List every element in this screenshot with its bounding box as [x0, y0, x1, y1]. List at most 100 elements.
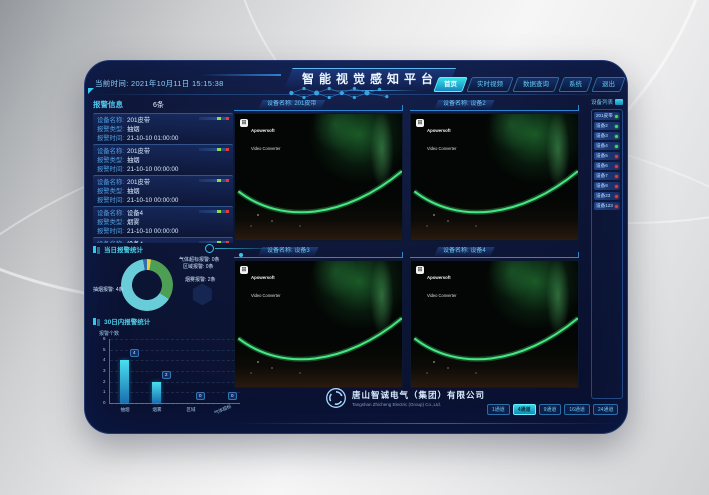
apowersoft-logo-icon: ⊞	[416, 119, 424, 127]
bar	[152, 382, 161, 403]
watermark: ⊞ ApowersoftVideo Converter	[416, 119, 457, 155]
watermark: ⊞ ApowersoftVideo Converter	[240, 266, 281, 302]
status-dot	[615, 155, 618, 158]
channel-button-16[interactable]: 16通道	[564, 404, 590, 415]
status-dot	[615, 205, 618, 208]
channel-button-9[interactable]: 9通道	[539, 404, 562, 415]
status-dot	[615, 145, 618, 148]
channel-button-4[interactable]: 4通道	[513, 404, 536, 415]
video-panel-header: 设备名称: 设备3	[234, 246, 403, 258]
current-time: 当前时间: 2021年10月11日 15:15:38	[95, 78, 224, 89]
channel-button-1[interactable]: 1通道	[487, 404, 510, 415]
watermark: ⊞ ApowersoftVideo Converter	[416, 266, 457, 302]
daily-stats-title: 当日报警统计	[93, 243, 233, 255]
company-name-cn: 唐山智诚电气（集团）有限公司	[352, 389, 485, 401]
header-hook	[392, 252, 403, 258]
video-feed[interactable]: ⊞ ApowersoftVideo Converter	[234, 260, 403, 388]
company-name-en: Tangshan Zhicheng Electric (Group) Co.,L…	[352, 402, 485, 407]
tab-data-query[interactable]: 数据查询	[512, 77, 559, 92]
tab-exit[interactable]: 退出	[591, 77, 625, 92]
device-list-header: 设备列表	[591, 97, 623, 107]
bar-x-label: 抽烟	[112, 407, 138, 413]
channel-buttons: 1通道 4通道 9通道 16通道 24通道	[487, 404, 618, 415]
video-panel-1: 设备名称: 201皮带 ⊞ ApowersoftVideo Converter	[234, 99, 403, 241]
device-list-item[interactable]: 设备2	[594, 122, 620, 130]
bar-x-label: 区域	[178, 407, 204, 413]
device-list-item[interactable]: 设备5	[594, 152, 620, 160]
device-list-item[interactable]: 201皮带	[594, 112, 620, 120]
daily-alarm-chart: ⬢ 抽烟报警: 4条 气体超标报警: 0条 区域报警: 0条 烟雾报警: 2条	[93, 255, 233, 315]
alarm-mini-timeline	[199, 148, 229, 151]
section-icon	[93, 246, 96, 253]
tab-home[interactable]: 首页	[433, 77, 467, 92]
video-panel-3: 设备名称: 设备3 ⊞ ApowersoftVideo Converter	[234, 246, 403, 388]
bar-value-label: 2	[162, 371, 171, 379]
alarm-panel-header: 报警信息 6条	[93, 98, 233, 111]
company-branding: 唐山智诚电气（集团）有限公司 Tangshan Zhicheng Electri…	[325, 387, 485, 409]
alarm-mini-timeline	[199, 117, 229, 120]
tab-system[interactable]: 系统	[558, 77, 592, 92]
header-hook	[568, 252, 579, 258]
device-list-item[interactable]: 设备23	[594, 192, 620, 200]
status-dot	[615, 175, 618, 178]
alarm-list-item[interactable]: 设备名称:201皮带 报警类型:抽烟 报警时间:21-10-10 01:00:0…	[93, 113, 233, 142]
device-list-item[interactable]: 设备6	[594, 162, 620, 170]
hexagon-watermark-icon: ⬢	[191, 281, 214, 307]
alarm-panel-title: 报警信息	[93, 99, 123, 110]
alarm-time: 21-10-10 00:00:00	[127, 228, 178, 235]
donut-callout: 抽烟报警: 4条	[93, 286, 124, 293]
device-list-panel: 设备列表 201皮带 设备2 设备3 设备4 设备5 设备6 设备7 设备8 设…	[591, 97, 623, 399]
apowersoft-logo-icon: ⊞	[416, 266, 424, 274]
header-line	[201, 74, 281, 76]
device-list-tab[interactable]	[615, 99, 623, 105]
header-hook	[568, 105, 579, 111]
bar-value-label: 0	[228, 392, 237, 400]
status-dot	[615, 195, 618, 198]
video-feed[interactable]: ⊞ ApowersoftVideo Converter	[410, 113, 579, 241]
alarm-list-item[interactable]: 设备名称:201皮带 报警类型:抽烟 报警时间:21-10-10 00:00:0…	[93, 175, 233, 204]
section-icon	[93, 318, 96, 325]
alarm-device: 201皮带	[127, 117, 150, 124]
tab-live-video[interactable]: 实时视频	[466, 77, 513, 92]
device-list-item[interactable]: 设备4	[594, 142, 620, 150]
alarm-time: 21-10-10 01:00:00	[127, 135, 178, 142]
dashboard-screen: 当前时间: 2021年10月11日 15:15:38 智能视觉感知平台 首页 实…	[84, 60, 626, 432]
watermark: ⊞ ApowersoftVideo Converter	[240, 119, 281, 155]
video-panel-header: 设备名称: 设备2	[410, 99, 579, 111]
status-dot	[615, 125, 618, 128]
alarm-type: 抽烟	[127, 188, 140, 195]
video-panel-4: 设备名称: 设备4 ⊞ ApowersoftVideo Converter	[410, 246, 579, 388]
alarm-list-item[interactable]: 设备名称:201皮带 报警类型:抽烟 报警时间:21-10-10 00:00:0…	[93, 144, 233, 173]
device-list-item[interactable]: 设备3	[594, 132, 620, 140]
bar-x-label: 烟雾	[144, 407, 170, 413]
video-panel-header: 设备名称: 设备4	[410, 246, 579, 258]
apowersoft-logo-icon: ⊞	[240, 119, 248, 127]
footer-divider	[235, 423, 617, 424]
video-title: 设备名称: 设备2	[434, 100, 495, 109]
device-list-title: 设备列表	[591, 98, 613, 106]
circuit-ring-decoration	[205, 244, 214, 253]
alarm-device: 201皮带	[127, 148, 150, 155]
device-list-item[interactable]: 设备7	[594, 172, 620, 180]
donut-callout: 区域报警: 0条	[183, 263, 214, 270]
donut-callout: 气体超标报警: 0条	[179, 256, 220, 263]
status-dot	[615, 185, 618, 188]
device-list-item[interactable]: 设备123	[594, 202, 620, 210]
channel-button-24[interactable]: 24通道	[593, 404, 619, 415]
video-feed[interactable]: ⊞ ApowersoftVideo Converter	[410, 260, 579, 388]
alarm-list-item[interactable]: 设备名称:设备4 报警类型:烟雾 报警时间:21-10-10 00:00:00	[93, 206, 233, 235]
device-list-item[interactable]: 设备8	[594, 182, 620, 190]
device-list: 201皮带 设备2 设备3 设备4 设备5 设备6 设备7 设备8 设备23 设…	[591, 109, 623, 399]
video-title: 设备名称: 设备4	[434, 247, 495, 256]
alarm-panel: 报警信息 6条 设备名称:201皮带 报警类型:抽烟 报警时间:21-10-10…	[93, 98, 233, 428]
header-hook	[392, 105, 403, 111]
bar	[120, 360, 129, 403]
video-feed[interactable]: ⊞ ApowersoftVideo Converter	[234, 113, 403, 241]
bar-value-label: 0	[196, 392, 205, 400]
status-dot	[615, 115, 618, 118]
alarm-type: 抽烟	[127, 126, 140, 133]
donut-chart	[121, 259, 173, 311]
status-dot	[615, 135, 618, 138]
bar-x-label: 气体超标	[210, 402, 236, 418]
platform-window: 当前时间: 2021年10月11日 15:15:38 智能视觉感知平台 首页 实…	[84, 60, 628, 434]
